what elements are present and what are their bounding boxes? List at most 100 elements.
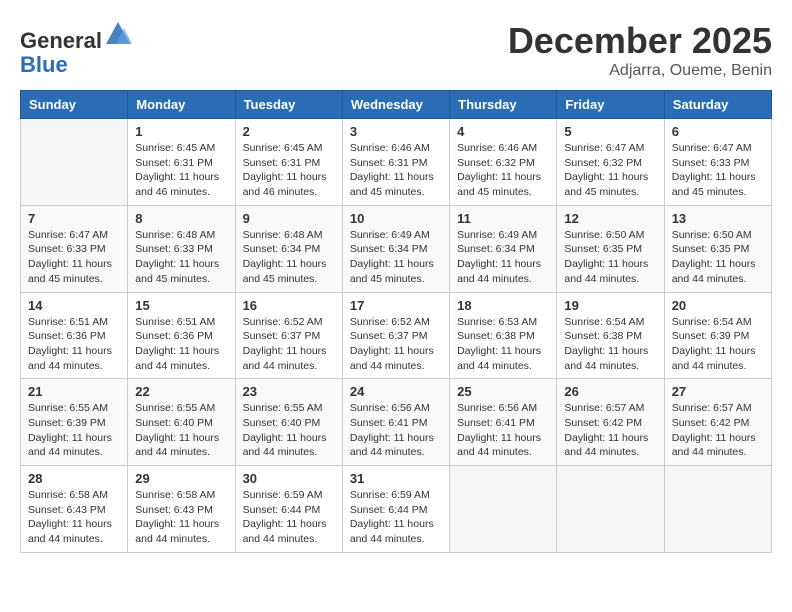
day-info: Sunrise: 6:58 AMSunset: 6:43 PMDaylight:… xyxy=(135,488,227,547)
calendar-cell: 18 Sunrise: 6:53 AMSunset: 6:38 PMDayligh… xyxy=(450,292,557,379)
calendar-cell: 8 Sunrise: 6:48 AMSunset: 6:33 PMDaylight… xyxy=(128,205,235,292)
day-number: 12 xyxy=(564,211,656,226)
calendar-cell: 15 Sunrise: 6:51 AMSunset: 6:36 PMDayligh… xyxy=(128,292,235,379)
day-info: Sunrise: 6:45 AMSunset: 6:31 PMDaylight:… xyxy=(135,141,227,200)
day-info: Sunrise: 6:51 AMSunset: 6:36 PMDaylight:… xyxy=(135,315,227,374)
day-number: 10 xyxy=(350,211,442,226)
day-number: 28 xyxy=(28,471,120,486)
day-number: 5 xyxy=(564,124,656,139)
day-number: 15 xyxy=(135,298,227,313)
calendar-cell: 10 Sunrise: 6:49 AMSunset: 6:34 PMDayligh… xyxy=(342,205,449,292)
day-info: Sunrise: 6:46 AMSunset: 6:31 PMDaylight:… xyxy=(350,141,442,200)
month-title: December 2025 xyxy=(508,20,772,62)
calendar-cell xyxy=(450,466,557,553)
day-of-week-header: Wednesday xyxy=(342,91,449,119)
calendar-cell: 17 Sunrise: 6:52 AMSunset: 6:37 PMDayligh… xyxy=(342,292,449,379)
calendar-header-row: SundayMondayTuesdayWednesdayThursdayFrid… xyxy=(21,91,772,119)
day-of-week-header: Tuesday xyxy=(235,91,342,119)
day-number: 1 xyxy=(135,124,227,139)
calendar-cell: 26Sunrise: 6:57 AMSunset: 6:42 PMDayligh… xyxy=(557,379,664,466)
day-number: 21 xyxy=(28,384,120,399)
day-number: 20 xyxy=(672,298,764,313)
calendar-cell: 5Sunrise: 6:47 AMSunset: 6:32 PMDaylight… xyxy=(557,119,664,206)
day-info: Sunrise: 6:55 AMSunset: 6:40 PMDaylight:… xyxy=(135,401,227,460)
day-info: Sunrise: 6:52 AMSunset: 6:37 PMDaylight:… xyxy=(350,315,442,374)
day-info: Sunrise: 6:50 AMSunset: 6:35 PMDaylight:… xyxy=(564,228,656,287)
day-number: 24 xyxy=(350,384,442,399)
day-info: Sunrise: 6:53 AMSunset: 6:38 PMDaylight:… xyxy=(457,315,549,374)
day-number: 9 xyxy=(243,211,335,226)
day-number: 30 xyxy=(243,471,335,486)
calendar-week-row: 14Sunrise: 6:51 AMSunset: 6:36 PMDayligh… xyxy=(21,292,772,379)
day-info: Sunrise: 6:59 AMSunset: 6:44 PMDaylight:… xyxy=(243,488,335,547)
calendar-cell: 11 Sunrise: 6:49 AMSunset: 6:34 PMDayligh… xyxy=(450,205,557,292)
day-info: Sunrise: 6:52 AMSunset: 6:37 PMDaylight:… xyxy=(243,315,335,374)
logo-icon xyxy=(104,20,132,48)
day-info: Sunrise: 6:56 AMSunset: 6:41 PMDaylight:… xyxy=(350,401,442,460)
day-number: 22 xyxy=(135,384,227,399)
day-info: Sunrise: 6:57 AMSunset: 6:42 PMDaylight:… xyxy=(672,401,764,460)
day-of-week-header: Friday xyxy=(557,91,664,119)
day-number: 26 xyxy=(564,384,656,399)
calendar-cell: 13 Sunrise: 6:50 AMSunset: 6:35 PMDayligh… xyxy=(664,205,771,292)
day-number: 3 xyxy=(350,124,442,139)
calendar-cell: 23Sunrise: 6:55 AMSunset: 6:40 PMDayligh… xyxy=(235,379,342,466)
day-number: 16 xyxy=(243,298,335,313)
calendar-week-row: 7Sunrise: 6:47 AMSunset: 6:33 PMDaylight… xyxy=(21,205,772,292)
day-info: Sunrise: 6:49 AMSunset: 6:34 PMDaylight:… xyxy=(350,228,442,287)
day-info: Sunrise: 6:48 AMSunset: 6:34 PMDaylight:… xyxy=(243,228,335,287)
day-of-week-header: Saturday xyxy=(664,91,771,119)
calendar-cell: 9 Sunrise: 6:48 AMSunset: 6:34 PMDaylight… xyxy=(235,205,342,292)
calendar-cell: 25Sunrise: 6:56 AMSunset: 6:41 PMDayligh… xyxy=(450,379,557,466)
day-info: Sunrise: 6:45 AMSunset: 6:31 PMDaylight:… xyxy=(243,141,335,200)
calendar-table: SundayMondayTuesdayWednesdayThursdayFrid… xyxy=(20,90,772,553)
calendar-cell xyxy=(557,466,664,553)
calendar-cell: 27 Sunrise: 6:57 AMSunset: 6:42 PMDayligh… xyxy=(664,379,771,466)
title-block: December 2025 Adjarra, Oueme, Benin xyxy=(508,20,772,80)
logo-blue: Blue xyxy=(20,52,68,77)
calendar-cell: 22 Sunrise: 6:55 AMSunset: 6:40 PMDayligh… xyxy=(128,379,235,466)
page-header: General Blue December 2025 Adjarra, Ouem… xyxy=(20,20,772,80)
day-number: 2 xyxy=(243,124,335,139)
day-info: Sunrise: 6:56 AMSunset: 6:41 PMDaylight:… xyxy=(457,401,549,460)
calendar-cell: 28 Sunrise: 6:58 AMSunset: 6:43 PMDayligh… xyxy=(21,466,128,553)
day-number: 4 xyxy=(457,124,549,139)
calendar-cell: 16 Sunrise: 6:52 AMSunset: 6:37 PMDayligh… xyxy=(235,292,342,379)
day-number: 11 xyxy=(457,211,549,226)
calendar-cell: 3 Sunrise: 6:46 AMSunset: 6:31 PMDaylight… xyxy=(342,119,449,206)
day-info: Sunrise: 6:46 AMSunset: 6:32 PMDaylight:… xyxy=(457,141,549,200)
day-info: Sunrise: 6:49 AMSunset: 6:34 PMDaylight:… xyxy=(457,228,549,287)
day-info: Sunrise: 6:55 AMSunset: 6:39 PMDaylight:… xyxy=(28,401,120,460)
calendar-cell: 14Sunrise: 6:51 AMSunset: 6:36 PMDayligh… xyxy=(21,292,128,379)
calendar-cell: 31 Sunrise: 6:59 AMSunset: 6:44 PMDayligh… xyxy=(342,466,449,553)
day-info: Sunrise: 6:58 AMSunset: 6:43 PMDaylight:… xyxy=(28,488,120,547)
day-number: 31 xyxy=(350,471,442,486)
day-number: 17 xyxy=(350,298,442,313)
day-info: Sunrise: 6:55 AMSunset: 6:40 PMDaylight:… xyxy=(243,401,335,460)
calendar-week-row: 21 Sunrise: 6:55 AMSunset: 6:39 PMDayligh… xyxy=(21,379,772,466)
calendar-cell xyxy=(21,119,128,206)
day-number: 18 xyxy=(457,298,549,313)
day-number: 6 xyxy=(672,124,764,139)
day-number: 29 xyxy=(135,471,227,486)
day-info: Sunrise: 6:59 AMSunset: 6:44 PMDaylight:… xyxy=(350,488,442,547)
calendar-cell: 19Sunrise: 6:54 AMSunset: 6:38 PMDayligh… xyxy=(557,292,664,379)
calendar-cell: 2 Sunrise: 6:45 AMSunset: 6:31 PMDaylight… xyxy=(235,119,342,206)
day-number: 27 xyxy=(672,384,764,399)
location: Adjarra, Oueme, Benin xyxy=(508,62,772,80)
calendar-cell: 1 Sunrise: 6:45 AMSunset: 6:31 PMDaylight… xyxy=(128,119,235,206)
day-info: Sunrise: 6:48 AMSunset: 6:33 PMDaylight:… xyxy=(135,228,227,287)
day-info: Sunrise: 6:47 AMSunset: 6:33 PMDaylight:… xyxy=(672,141,764,200)
day-info: Sunrise: 6:50 AMSunset: 6:35 PMDaylight:… xyxy=(672,228,764,287)
day-info: Sunrise: 6:47 AMSunset: 6:33 PMDaylight:… xyxy=(28,228,120,287)
day-info: Sunrise: 6:54 AMSunset: 6:38 PMDaylight:… xyxy=(564,315,656,374)
calendar-cell: 4 Sunrise: 6:46 AMSunset: 6:32 PMDaylight… xyxy=(450,119,557,206)
calendar-cell: 7Sunrise: 6:47 AMSunset: 6:33 PMDaylight… xyxy=(21,205,128,292)
day-number: 8 xyxy=(135,211,227,226)
day-of-week-header: Thursday xyxy=(450,91,557,119)
calendar-week-row: 28 Sunrise: 6:58 AMSunset: 6:43 PMDayligh… xyxy=(21,466,772,553)
calendar-cell: 20Sunrise: 6:54 AMSunset: 6:39 PMDayligh… xyxy=(664,292,771,379)
day-number: 13 xyxy=(672,211,764,226)
calendar-cell: 30 Sunrise: 6:59 AMSunset: 6:44 PMDayligh… xyxy=(235,466,342,553)
logo-general: General xyxy=(20,28,102,53)
